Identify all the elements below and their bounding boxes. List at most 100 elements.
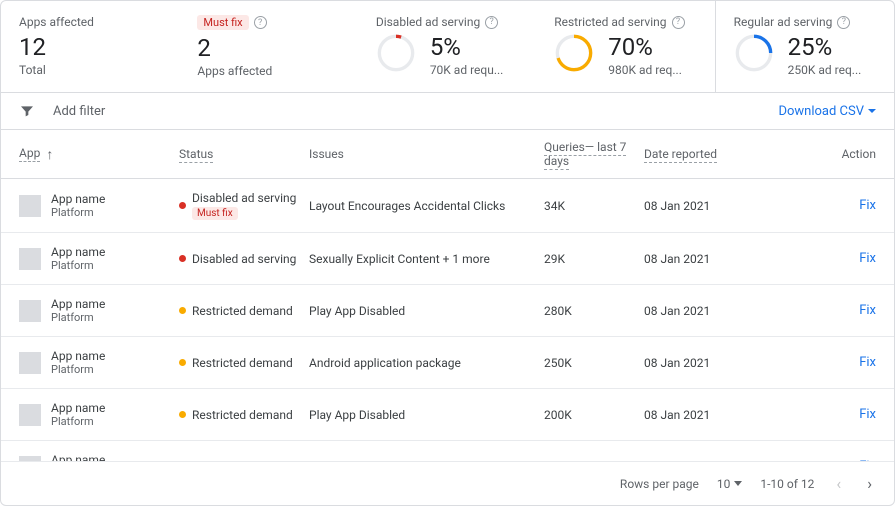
queries-cell: 200K — [544, 408, 644, 422]
queries-cell: 250K — [544, 356, 644, 370]
stat-apps-affected: Apps affected 12 Total — [1, 1, 179, 92]
fix-button[interactable]: Fix — [859, 355, 876, 370]
app-platform: Platform — [51, 206, 105, 219]
help-icon[interactable]: ? — [672, 16, 685, 29]
app-icon — [19, 300, 41, 322]
rows-per-page-label: Rows per page — [620, 477, 699, 491]
app-icon — [19, 248, 41, 270]
th-date[interactable]: Date reported — [644, 147, 774, 161]
table-body: App namePlatformDisabled ad servingMust … — [1, 179, 894, 461]
help-icon[interactable]: ? — [485, 16, 498, 29]
fix-button[interactable]: Fix — [859, 407, 876, 422]
th-issues[interactable]: Issues — [309, 147, 544, 161]
stat-value: 2 — [197, 34, 339, 62]
app-platform: Platform — [51, 311, 105, 324]
chevron-down-icon — [868, 109, 876, 113]
app-name: App name — [51, 245, 105, 259]
status-dot-icon — [179, 307, 186, 314]
stat-sub: 980K ad req... — [608, 63, 682, 77]
status-text: Restricted demand — [192, 356, 293, 370]
app-name: App name — [51, 297, 105, 311]
stat-regular-serving: Regular ad serving? 25% 250K ad req... — [715, 1, 894, 92]
filter-icon[interactable] — [19, 103, 35, 119]
fix-button[interactable]: Fix — [859, 303, 876, 318]
policy-center-panel: Apps affected 12 Total Must fix ? 2 Apps… — [0, 0, 895, 506]
donut-chart-restricted — [554, 33, 594, 73]
date-cell: 08 Jan 2021 — [644, 252, 774, 266]
issues-cell: Sexually Explicit Content + 1 more — [309, 252, 544, 266]
stat-sub: 250K ad req... — [788, 63, 862, 77]
stat-sub: Apps affected — [197, 64, 339, 78]
stat-label: Disabled ad serving — [376, 15, 480, 29]
stat-label: Regular ad serving — [734, 15, 833, 29]
app-icon — [19, 352, 41, 374]
table-row[interactable]: App namePlatformRestricted demandShockin… — [1, 441, 894, 461]
status-dot-icon — [179, 202, 186, 209]
table-row[interactable]: App namePlatform Disabled ad serving Sexua… — [1, 233, 894, 285]
stat-label: Restricted ad serving — [554, 15, 666, 29]
status-dot-icon — [179, 255, 186, 262]
app-icon — [19, 404, 41, 426]
chevron-down-icon — [734, 481, 742, 486]
stat-value: 70% — [608, 33, 682, 61]
status-text: Restricted demand — [192, 304, 293, 318]
table-row[interactable]: App namePlatform Restricted demand Play Ap… — [1, 389, 894, 441]
th-queries-label: Queries— last 7 days — [544, 140, 626, 170]
app-name: App name — [51, 192, 105, 206]
date-cell: 08 Jan 2021 — [644, 356, 774, 370]
add-filter-button[interactable]: Add filter — [53, 104, 105, 119]
help-icon[interactable]: ? — [254, 16, 267, 29]
queries-cell: 29K — [544, 252, 644, 266]
download-csv-label: Download CSV — [778, 104, 864, 119]
status-dot-icon — [179, 411, 186, 418]
issues-cell: Layout Encourages Accidental Clicks — [309, 199, 544, 213]
must-fix-badge: Must fix — [197, 15, 248, 30]
th-queries[interactable]: Queries— last 7 days — [544, 140, 644, 168]
status-dot-icon — [179, 359, 186, 366]
stat-sub: 70K ad requ... — [430, 63, 504, 77]
stat-value: 5% — [430, 33, 504, 61]
app-icon — [19, 195, 41, 217]
table-row[interactable]: App namePlatformRestricted demandAndroid… — [1, 337, 894, 389]
app-name: App name — [51, 349, 105, 363]
stat-restricted-serving: Restricted ad serving? 70% 980K ad req..… — [536, 1, 714, 92]
fix-button[interactable]: Fix — [859, 198, 876, 213]
th-status-label: Status — [179, 147, 213, 163]
status-text: Disabled ad serving — [192, 191, 296, 205]
donut-chart-disabled — [376, 33, 416, 73]
must-fix-badge: Must fix — [192, 207, 238, 220]
download-csv-button[interactable]: Download CSV — [778, 104, 876, 119]
th-app[interactable]: App↑ — [19, 146, 179, 163]
th-date-label: Date reported — [644, 147, 717, 163]
queries-cell: 34K — [544, 199, 644, 213]
app-platform: Platform — [51, 363, 105, 376]
table-row[interactable]: App namePlatform Disabled ad serving Must … — [1, 179, 894, 233]
app-name: App name — [51, 401, 105, 415]
prev-page-button[interactable]: ‹ — [832, 474, 845, 493]
th-issues-label: Issues — [309, 147, 344, 161]
rows-per-page-value: 10 — [717, 477, 731, 491]
th-action-label: Action — [842, 147, 876, 161]
status-text: Disabled ad serving — [192, 252, 296, 266]
filter-row: Add filter Download CSV — [1, 93, 894, 130]
app-platform: Platform — [51, 259, 105, 272]
next-page-button[interactable]: › — [863, 474, 876, 493]
fix-button[interactable]: Fix — [859, 251, 876, 266]
th-status[interactable]: Status — [179, 147, 309, 161]
issues-cell: Play App Disabled — [309, 408, 544, 422]
app-platform: Platform — [51, 415, 105, 428]
status-text: Restricted demand — [192, 408, 293, 422]
rows-per-page-select[interactable]: 10 — [717, 477, 743, 491]
stats-row: Apps affected 12 Total Must fix ? 2 Apps… — [1, 1, 894, 93]
stat-value: 12 — [19, 33, 161, 61]
help-icon[interactable]: ? — [837, 16, 850, 29]
stat-value: 25% — [788, 33, 862, 61]
queries-cell: 280K — [544, 304, 644, 318]
page-range: 1-10 of 12 — [760, 477, 814, 491]
donut-chart-regular — [734, 33, 774, 73]
table-row[interactable]: App namePlatformRestricted demandPlay Ap… — [1, 285, 894, 337]
date-cell: 08 Jan 2021 — [644, 408, 774, 422]
stat-must-fix: Must fix ? 2 Apps affected — [179, 1, 357, 92]
stat-label: Apps affected — [19, 15, 94, 29]
stat-sub: Total — [19, 63, 161, 77]
